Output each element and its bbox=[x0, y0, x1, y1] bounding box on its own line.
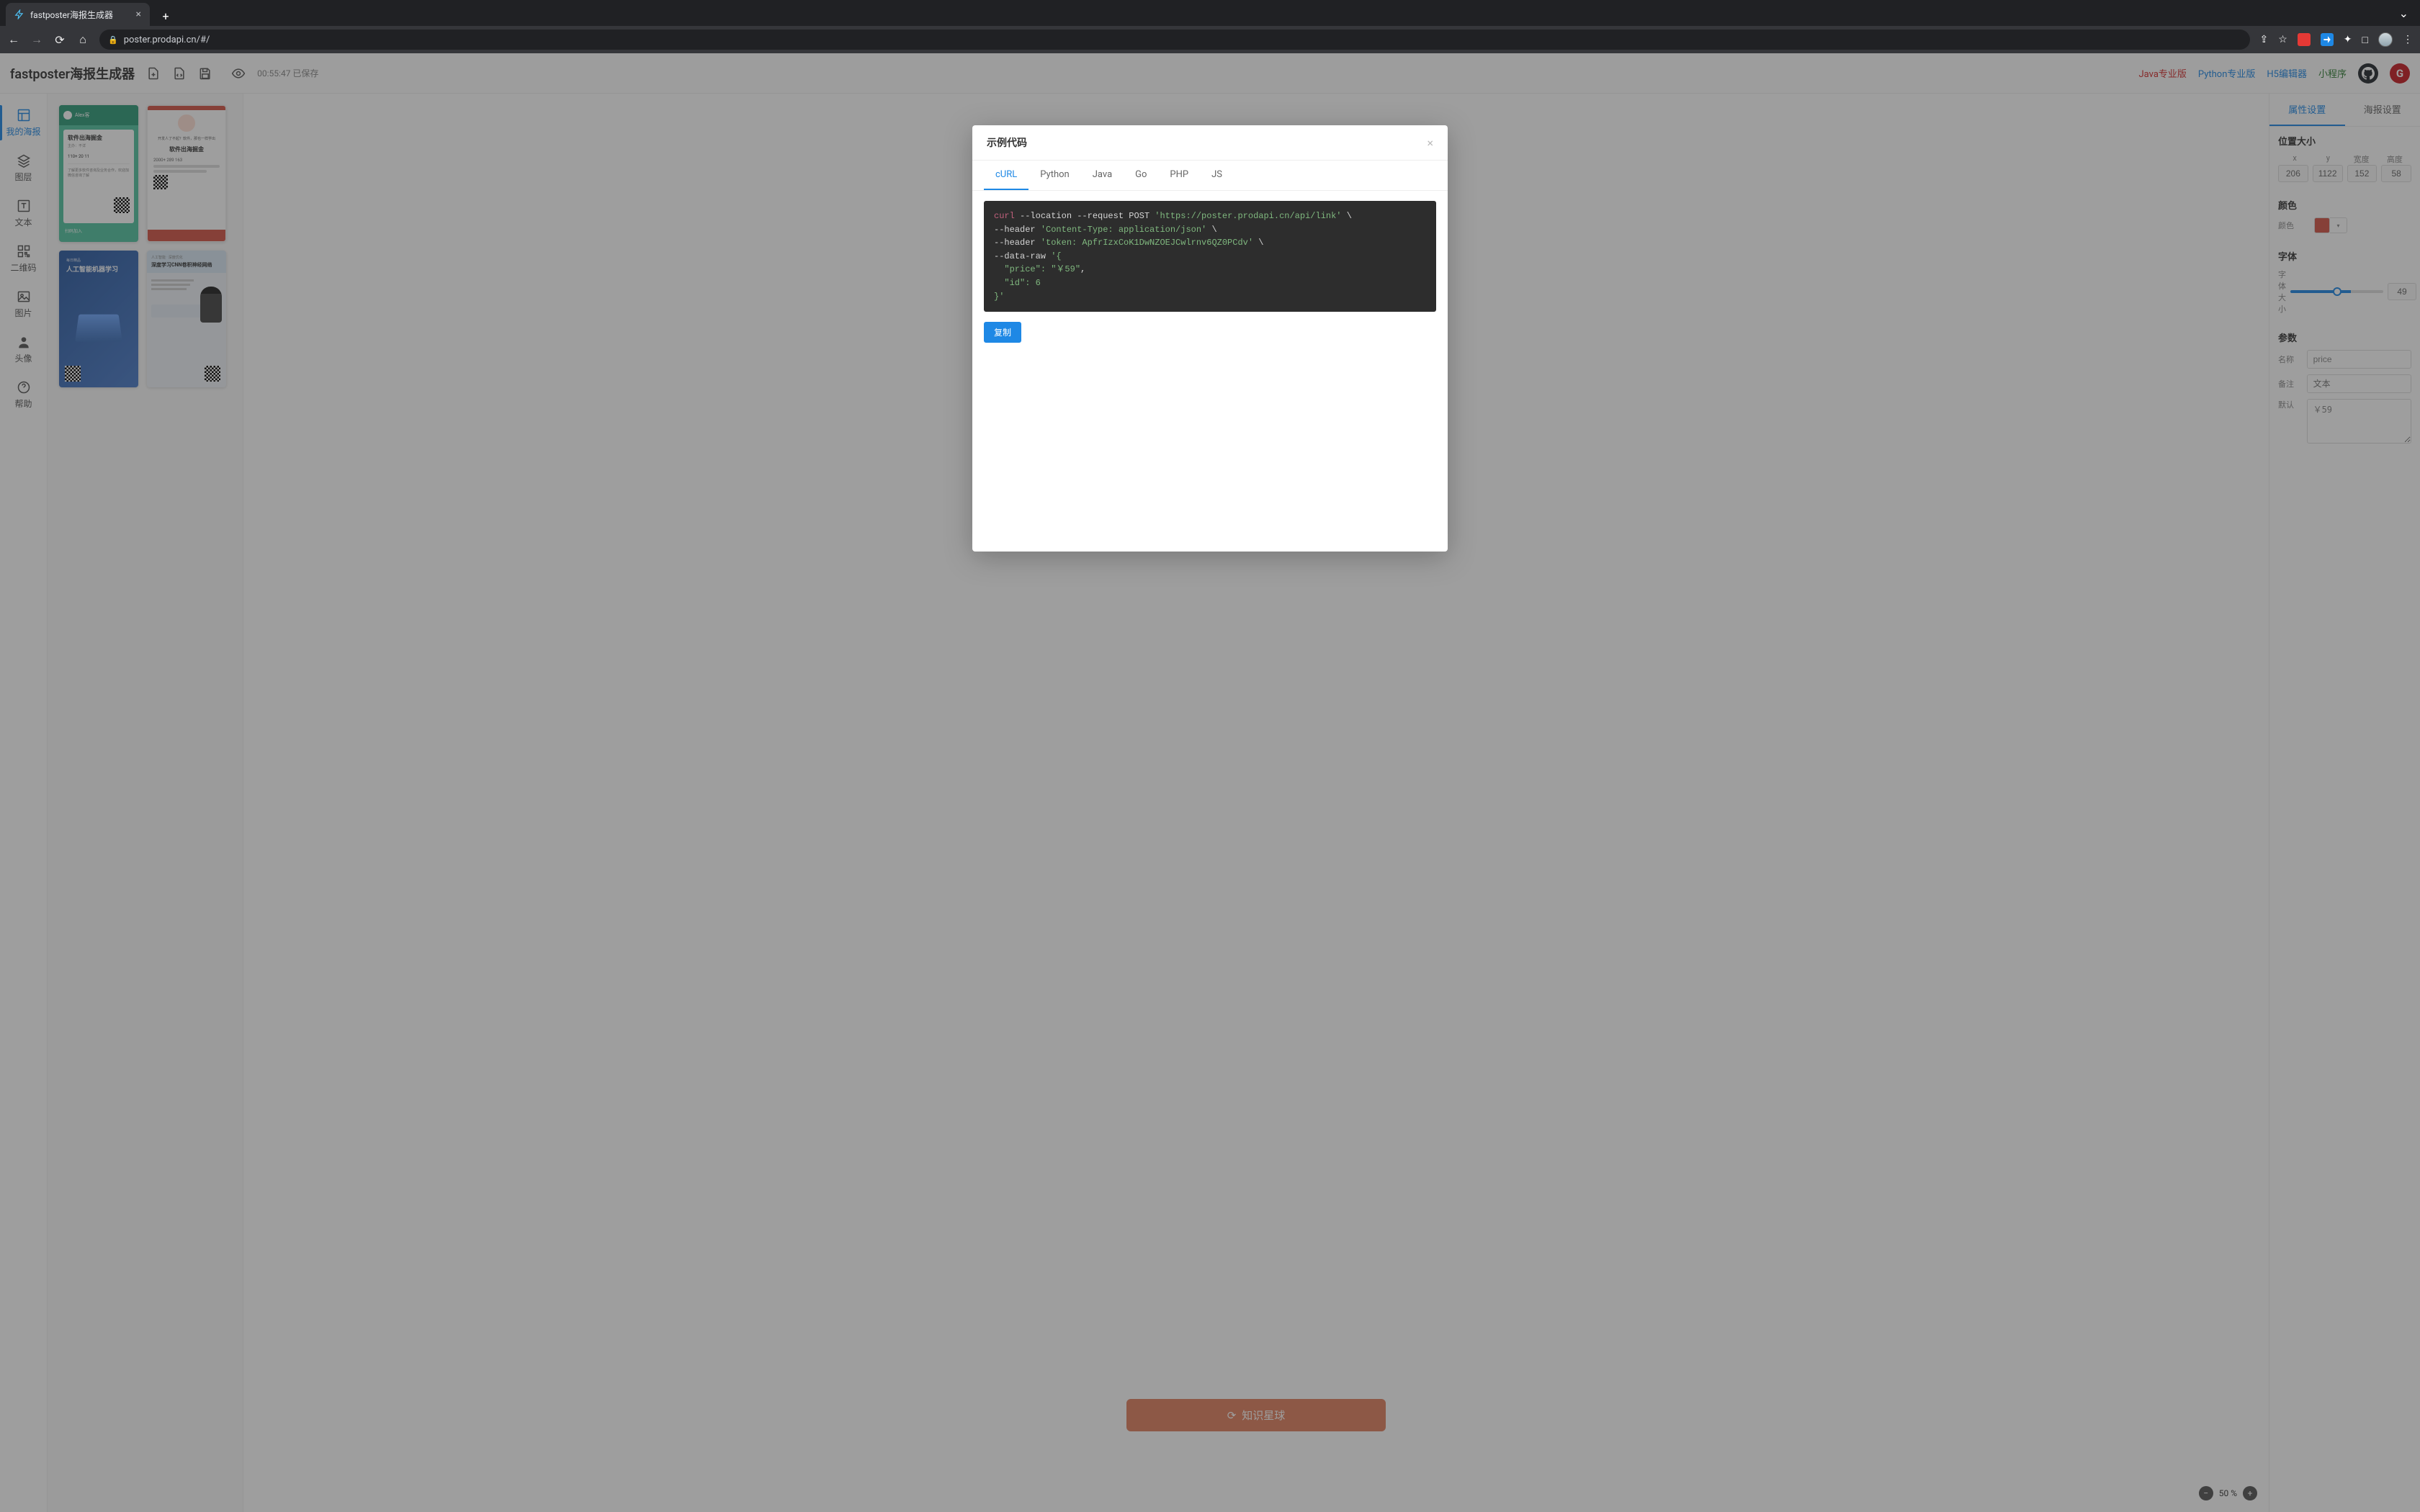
bookmark-star-icon[interactable]: ☆ bbox=[2278, 34, 2287, 45]
copy-button[interactable]: 复制 bbox=[984, 322, 1021, 343]
extensions-puzzle-icon[interactable]: ✦ bbox=[2344, 34, 2352, 45]
browser-menu-icon[interactable]: ⋮ bbox=[2403, 34, 2413, 45]
sample-code-modal: 示例代码 × cURL Python Java Go PHP JS curl -… bbox=[972, 125, 1448, 552]
browser-chrome: fastposter海报生成器 × + ⌄ ← → ⟳ ⌂ 🔒 poster.p… bbox=[0, 0, 2420, 53]
tab-java[interactable]: Java bbox=[1081, 161, 1124, 190]
tab-curl[interactable]: cURL bbox=[984, 161, 1028, 190]
home-button[interactable]: ⌂ bbox=[76, 32, 89, 47]
translate-extension-icon[interactable] bbox=[2321, 33, 2334, 46]
lock-icon: 🔒 bbox=[108, 35, 118, 45]
extension-icon[interactable] bbox=[2298, 33, 2311, 46]
code-block[interactable]: curl --location --request POST 'https://… bbox=[984, 201, 1436, 312]
toolbar-right: ⇪ ☆ ✦ □ ⋮ bbox=[2260, 32, 2414, 47]
tab-overview-icon[interactable]: □ bbox=[2362, 34, 2368, 46]
tab-js[interactable]: JS bbox=[1200, 161, 1234, 190]
modal-title: 示例代码 bbox=[987, 135, 1027, 150]
favicon-icon bbox=[14, 9, 24, 19]
back-button[interactable]: ← bbox=[7, 32, 20, 47]
window-menu-caret-icon[interactable]: ⌄ bbox=[2399, 6, 2408, 20]
modal-tabs: cURL Python Java Go PHP JS bbox=[972, 161, 1448, 191]
tab-bar: fastposter海报生成器 × + ⌄ bbox=[0, 0, 2420, 26]
forward-button[interactable]: → bbox=[30, 32, 43, 47]
modal-header: 示例代码 × bbox=[972, 125, 1448, 161]
modal-close-icon[interactable]: × bbox=[1427, 136, 1433, 150]
browser-toolbar: ← → ⟳ ⌂ 🔒 poster.prodapi.cn/#/ ⇪ ☆ ✦ □ ⋮ bbox=[0, 26, 2420, 53]
tab-title: fastposter海报生成器 bbox=[30, 9, 113, 21]
tab-close-icon[interactable]: × bbox=[136, 9, 141, 20]
new-tab-button[interactable]: + bbox=[156, 6, 176, 26]
modal-overlay[interactable]: 示例代码 × cURL Python Java Go PHP JS curl -… bbox=[0, 53, 2420, 1512]
url-text: poster.prodapi.cn/#/ bbox=[124, 35, 210, 45]
tab-go[interactable]: Go bbox=[1124, 161, 1158, 190]
share-icon[interactable]: ⇪ bbox=[2260, 34, 2269, 45]
address-bar[interactable]: 🔒 poster.prodapi.cn/#/ bbox=[99, 30, 2250, 50]
reload-button[interactable]: ⟳ bbox=[53, 33, 66, 47]
tab-php[interactable]: PHP bbox=[1158, 161, 1200, 190]
browser-tab[interactable]: fastposter海报生成器 × bbox=[6, 3, 150, 26]
profile-avatar[interactable] bbox=[2378, 32, 2393, 47]
tab-python[interactable]: Python bbox=[1028, 161, 1080, 190]
